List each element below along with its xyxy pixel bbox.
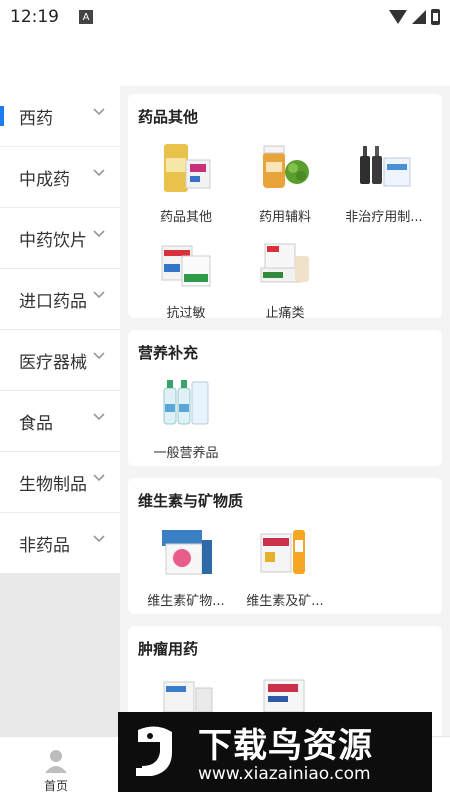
category-label: 非治疗用制... xyxy=(345,210,423,225)
sidebar-item-non-drugs[interactable]: 非药品 xyxy=(0,513,120,574)
section-title: 药品其他 xyxy=(138,108,199,126)
notification-icon: A xyxy=(79,10,93,24)
section-other-medicines: 药品其他 药品其他 药用辅料 非治疗用制... 抗过敏 止痛类 xyxy=(128,94,442,321)
oncology-product-icon xyxy=(163,681,213,713)
section-nutrition: 营养补充 一般营养品 xyxy=(128,330,442,466)
antiallergy-box-icon xyxy=(161,245,211,287)
watermark-overlay: 下载鸟资源 www.xiazainiao.com xyxy=(118,712,432,792)
bottles-icon xyxy=(360,146,411,187)
sidebar-item-label: 进口药品 xyxy=(19,291,87,312)
category-item[interactable]: 维生素矿物... xyxy=(134,522,238,609)
chevron-down-icon xyxy=(93,108,105,116)
category-item[interactable]: 一般营养品 xyxy=(134,374,238,461)
sidebar-item-western-medicine[interactable]: 西药 xyxy=(0,86,120,147)
oncology-product-icon xyxy=(263,679,305,713)
excipient-jar-icon xyxy=(263,145,309,188)
category-content: 药品其他 药品其他 药用辅料 非治疗用制... 抗过敏 止痛类 营养补充 一般营… xyxy=(120,86,450,736)
chevron-down-icon xyxy=(93,169,105,177)
section-title: 营养补充 xyxy=(138,344,199,362)
category-label: 维生素矿物... xyxy=(147,594,225,609)
nutrition-bottles-icon xyxy=(163,380,209,425)
sidebar-item-food[interactable]: 食品 xyxy=(0,391,120,452)
bird-logo-icon xyxy=(136,726,172,776)
sidebar-item-imported-drugs[interactable]: 进口药品 xyxy=(0,269,120,330)
chevron-down-icon xyxy=(93,352,105,360)
category-item[interactable]: 止痛类 xyxy=(233,234,337,321)
sidebar-item-chinese-patent-medicine[interactable]: 中成药 xyxy=(0,147,120,208)
section-vitamins-minerals: 维生素与矿物质 维生素矿物... 维生素及矿... xyxy=(128,478,442,614)
category-label: 止痛类 xyxy=(265,306,305,321)
chevron-down-icon xyxy=(93,230,105,238)
sidebar-item-label: 非药品 xyxy=(19,535,70,556)
watermark-title: 下载鸟资源 xyxy=(198,726,373,766)
home-user-icon xyxy=(45,750,67,773)
painkiller-box-icon xyxy=(260,243,309,283)
battery-icon xyxy=(431,9,440,25)
chevron-down-icon xyxy=(93,535,105,543)
sidebar-item-label: 医疗器械 xyxy=(19,352,87,373)
sidebar-item-label: 中成药 xyxy=(19,169,70,190)
section-title: 肿瘤用药 xyxy=(138,640,199,658)
category-label: 一般营养品 xyxy=(153,446,219,461)
chevron-down-icon xyxy=(93,474,105,482)
sidebar-item-label: 生物制品 xyxy=(19,474,87,495)
status-time: 12:19 xyxy=(10,7,59,27)
category-item[interactable]: 维生素及矿... xyxy=(233,522,337,609)
chevron-down-icon xyxy=(93,291,105,299)
watermark-url: www.xiazainiao.com xyxy=(198,764,371,784)
signal-icon xyxy=(412,10,426,24)
vitamin-box-icon xyxy=(162,530,212,575)
nav-home[interactable]: 首页 xyxy=(24,743,88,794)
category-label: 药用辅料 xyxy=(258,210,311,225)
status-bar: 12:19 A xyxy=(0,0,450,34)
header-area xyxy=(0,34,450,86)
sidebar-item-label: 西药 xyxy=(19,108,53,129)
sidebar-item-herbal-pieces[interactable]: 中药饮片 xyxy=(0,208,120,269)
category-label: 抗过敏 xyxy=(166,306,206,321)
medicine-box-icon xyxy=(164,144,211,192)
chevron-down-icon xyxy=(93,413,105,421)
category-item[interactable]: 药用辅料 xyxy=(233,138,337,225)
sidebar-item-label: 中药饮片 xyxy=(19,230,87,251)
sidebar-item-label: 食品 xyxy=(19,413,53,434)
sidebar-item-biologics[interactable]: 生物制品 xyxy=(0,452,120,513)
sidebar-item-medical-devices[interactable]: 医疗器械 xyxy=(0,330,120,391)
category-sidebar: 西药 中成药 中药饮片 进口药品 医疗器械 食品 生物制品 非药品 xyxy=(0,86,120,736)
category-label: 药品其他 xyxy=(159,210,212,225)
status-icons xyxy=(389,9,440,25)
section-title: 维生素与矿物质 xyxy=(138,492,244,510)
category-label: 维生素及矿... xyxy=(246,594,324,609)
vitamin-tube-icon xyxy=(260,530,305,574)
nav-home-label: 首页 xyxy=(43,779,68,793)
category-item[interactable]: 抗过敏 xyxy=(134,234,238,321)
category-item[interactable]: 非治疗用制... xyxy=(332,138,436,225)
category-item[interactable]: 药品其他 xyxy=(134,138,238,225)
wifi-icon xyxy=(389,10,407,24)
